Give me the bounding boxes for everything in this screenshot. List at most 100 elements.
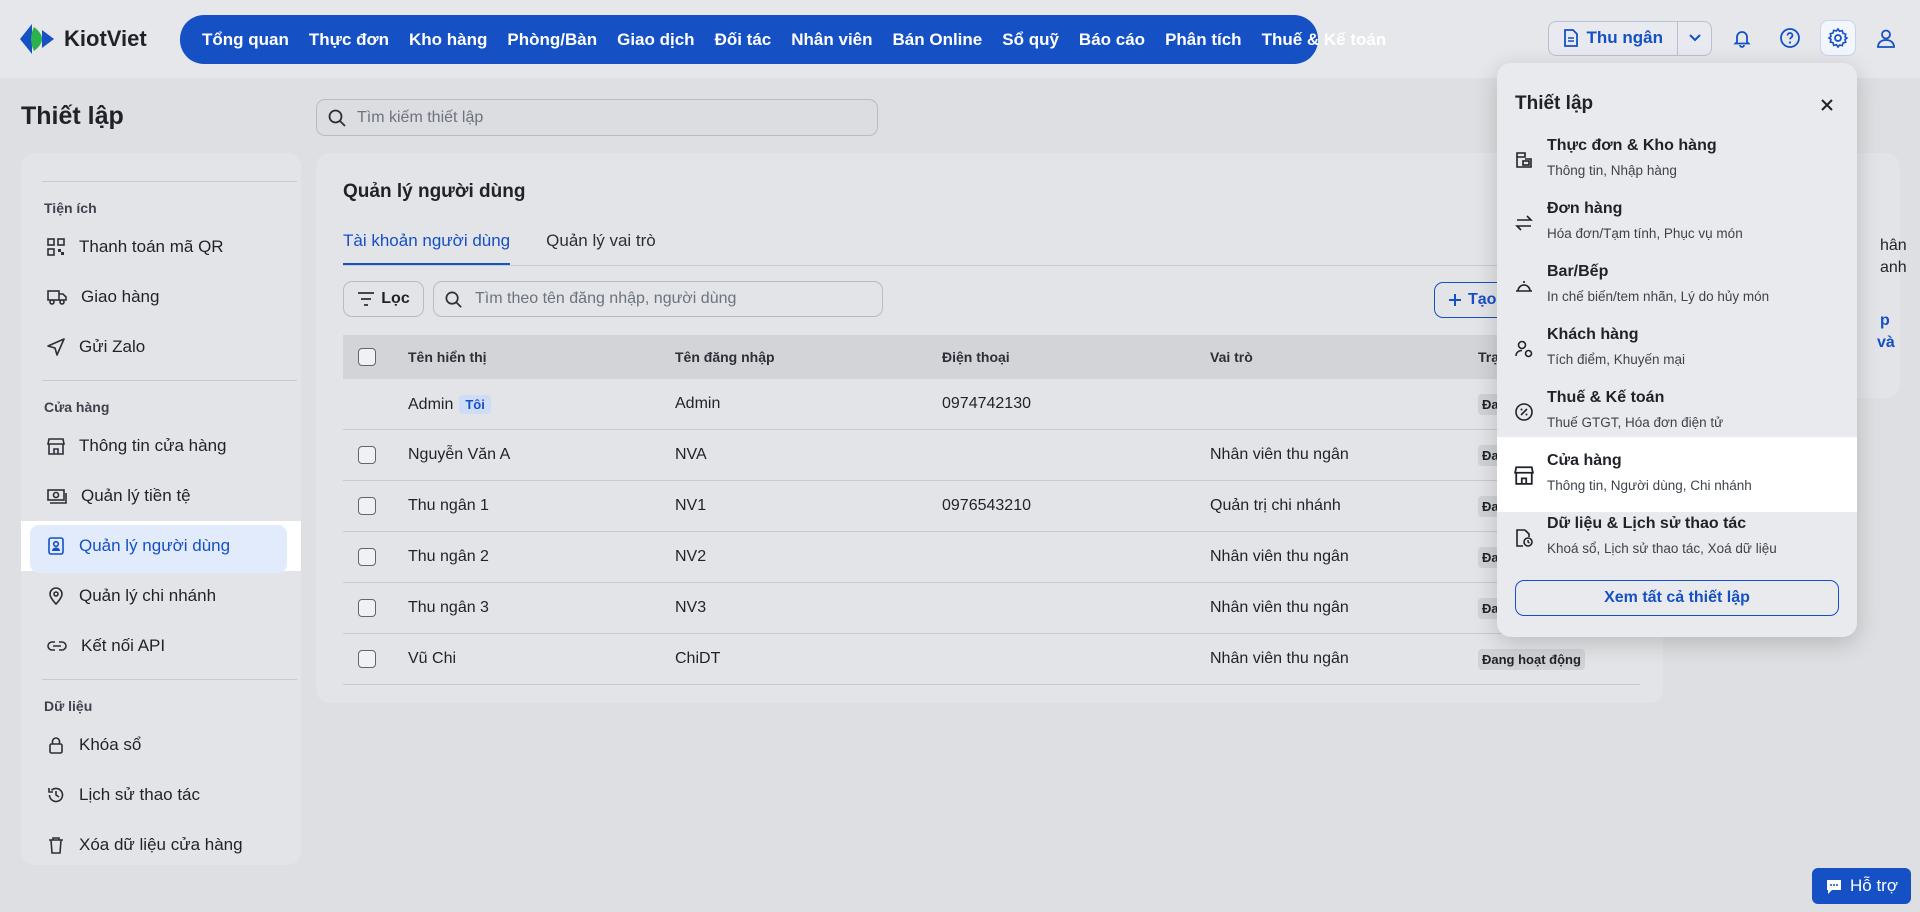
cashier-switch: Thu ngân (1547, 20, 1712, 56)
row-checkbox[interactable] (358, 599, 376, 617)
truck-icon (47, 288, 67, 306)
customer-icon (1514, 339, 1534, 359)
sidebar-item-delivery[interactable]: Giao hàng (21, 272, 301, 322)
sidebar-item-qr-payment[interactable]: Thanh toán mã QR (21, 222, 301, 272)
settings-menu-item-orders[interactable]: Đơn hàng Hóa đơn/Tạm tính, Phục vụ món (1497, 191, 1857, 254)
nav-item-analytics[interactable]: Phân tích (1155, 30, 1252, 50)
nav-item-cashbook[interactable]: Sổ quỹ (992, 30, 1069, 50)
gear-icon (1827, 27, 1849, 49)
user-search-input[interactable] (475, 290, 882, 308)
table-row[interactable]: Thu ngân 2 NV2 Nhân viên thu ngân Đa (343, 532, 1640, 583)
nav-item-overview[interactable]: Tổng quan (192, 30, 299, 50)
status-badge: Đang hoạt động (1478, 648, 1585, 670)
tab-roles[interactable]: Quản lý vai trò (546, 231, 656, 265)
kiotviet-logo[interactable]: KiotViet (18, 22, 147, 56)
tabs-divider (343, 265, 1663, 266)
document-icon (1563, 29, 1579, 47)
sidebar-item-label: Thông tin cửa hàng (79, 436, 227, 455)
send-icon (47, 338, 65, 356)
settings-button[interactable] (1820, 20, 1856, 56)
data-history-icon (1514, 528, 1534, 548)
nav-item-online-sales[interactable]: Bán Online (883, 30, 993, 50)
users-title: Quản lý người dùng (343, 181, 526, 202)
nav-item-staff[interactable]: Nhân viên (781, 30, 882, 50)
sidebar-item-api[interactable]: Kết nối API (21, 621, 301, 671)
column-header[interactable]: Vai trò (1210, 349, 1478, 365)
settings-dropdown-title: Thiết lập (1515, 93, 1594, 114)
user-display-name: Thu ngân 3 (408, 599, 489, 616)
settings-menu-item-customers[interactable]: Khách hàng Tích điểm, Khuyến mại (1497, 317, 1857, 380)
settings-menu-item-subtitle: Tích điểm, Khuyến mại (1547, 352, 1686, 367)
row-checkbox[interactable] (358, 497, 376, 515)
notifications-button[interactable] (1724, 20, 1760, 56)
account-button[interactable] (1868, 20, 1904, 56)
table-header: Tên hiển thị Tên đăng nhập Điện thoại Va… (343, 335, 1640, 379)
settings-menu-item-tax-accounting[interactable]: Thuế & Kế toán Thuế GTGT, Hóa đơn điện t… (1497, 380, 1857, 443)
cashier-button[interactable]: Thu ngân (1549, 22, 1677, 55)
store-icon (1514, 465, 1534, 485)
table-row[interactable]: Vũ Chi ChiDT Nhân viên thu ngân Đang hoạ… (343, 634, 1640, 685)
nav-item-transactions[interactable]: Giao dịch (607, 30, 704, 50)
info-panel-link[interactable]: p (1880, 312, 1890, 330)
view-all-settings-button[interactable]: Xem tất cả thiết lập (1515, 580, 1839, 616)
sidebar-item-label: Quản lý tiền tệ (81, 486, 191, 505)
column-header[interactable]: Tên đăng nhập (675, 349, 942, 365)
store-icon (47, 437, 65, 455)
logo-text: KiotViet (64, 26, 147, 51)
swap-icon (1514, 213, 1534, 233)
support-label: Hỗ trợ (1850, 876, 1898, 895)
support-button[interactable]: Hỗ trợ (1812, 868, 1911, 904)
nav-item-reports[interactable]: Báo cáo (1069, 30, 1155, 50)
user-icon (1875, 27, 1897, 49)
sidebar-item-zalo[interactable]: Gửi Zalo (21, 322, 301, 372)
sidebar-item-store-info[interactable]: Thông tin cửa hàng (21, 421, 301, 471)
cashier-dropdown-button[interactable] (1677, 21, 1711, 55)
settings-menu-item-subtitle: Thông tin, Người dùng, Chi nhánh (1547, 478, 1752, 493)
table-row[interactable]: Nguyễn Văn A NVA Nhân viên thu ngân Đa (343, 430, 1640, 481)
info-panel-link[interactable]: và (1877, 334, 1895, 352)
sidebar-item-lock-books[interactable]: Khóa sổ (21, 720, 301, 770)
close-button[interactable] (1815, 93, 1839, 117)
sidebar-item-history[interactable]: Lịch sử thao tác (21, 770, 301, 820)
nav-item-warehouse[interactable]: Kho hàng (399, 30, 497, 50)
settings-search-input[interactable] (357, 108, 877, 127)
user-display-name: Admin (408, 395, 454, 413)
sidebar-item-users[interactable]: Quản lý người dùng (21, 521, 301, 573)
table-row[interactable]: Admin Tôi Admin 0974742130 Đa (343, 379, 1640, 430)
link-icon (47, 639, 67, 653)
help-button[interactable] (1772, 20, 1808, 56)
tab-user-accounts[interactable]: Tài khoản người dùng (343, 231, 511, 265)
filter-icon (357, 291, 375, 307)
sidebar-item-branches[interactable]: Quản lý chi nhánh (21, 571, 301, 621)
filter-button[interactable]: Lọc (343, 281, 424, 317)
sidebar-item-label: Quản lý chi nhánh (79, 586, 217, 605)
settings-menu-item-bar-kitchen[interactable]: Bar/Bếp In chế biến/tem nhãn, Lý do hủy … (1497, 254, 1857, 317)
row-checkbox[interactable] (358, 650, 376, 668)
sidebar-group-utilities: Tiện ích (44, 200, 97, 216)
settings-menu-item-menu-inventory[interactable]: Thực đơn & Kho hàng Thông tin, Nhập hàng (1497, 128, 1857, 191)
settings-menu-item-data-history[interactable]: Dữ liệu & Lịch sử thao tác Khoá sổ, Lịch… (1497, 506, 1857, 569)
sidebar-item-delete-data[interactable]: Xóa dữ liệu cửa hàng (21, 820, 301, 865)
users-tabs: Tài khoản người dùng Quản lý vai trò (343, 231, 656, 265)
select-all-checkbox[interactable] (358, 348, 376, 366)
user-role: Nhân viên thu ngân (1210, 446, 1349, 463)
settings-search (316, 99, 878, 136)
nav-item-partners[interactable]: Đối tác (705, 30, 782, 50)
me-badge: Tôi (459, 394, 491, 414)
cloche-icon (1514, 276, 1534, 296)
nav-item-tax-accounting[interactable]: Thuế & Kế toán (1252, 30, 1397, 50)
row-checkbox[interactable] (358, 548, 376, 566)
table-row[interactable]: Thu ngân 1 NV1 0976543210 Quản trị chi n… (343, 481, 1640, 532)
user-role: Quản trị chi nhánh (1210, 497, 1341, 514)
table-row[interactable]: Thu ngân 3 NV3 Nhân viên thu ngân Đa (343, 583, 1640, 634)
user-login: ChiDT (675, 650, 721, 667)
settings-menu-item-store[interactable]: Cửa hàng Thông tin, Người dùng, Chi nhán… (1497, 437, 1857, 512)
user-role: Nhân viên thu ngân (1210, 548, 1349, 565)
nav-item-rooms-tables[interactable]: Phòng/Bàn (497, 30, 607, 50)
info-panel-text: hân (1880, 237, 1907, 254)
row-checkbox[interactable] (358, 446, 376, 464)
column-header[interactable]: Điện thoại (942, 349, 1210, 365)
column-header[interactable]: Tên hiển thị (408, 349, 675, 365)
nav-item-menu[interactable]: Thực đơn (299, 30, 399, 50)
sidebar-item-currency[interactable]: Quản lý tiền tệ (21, 471, 301, 521)
